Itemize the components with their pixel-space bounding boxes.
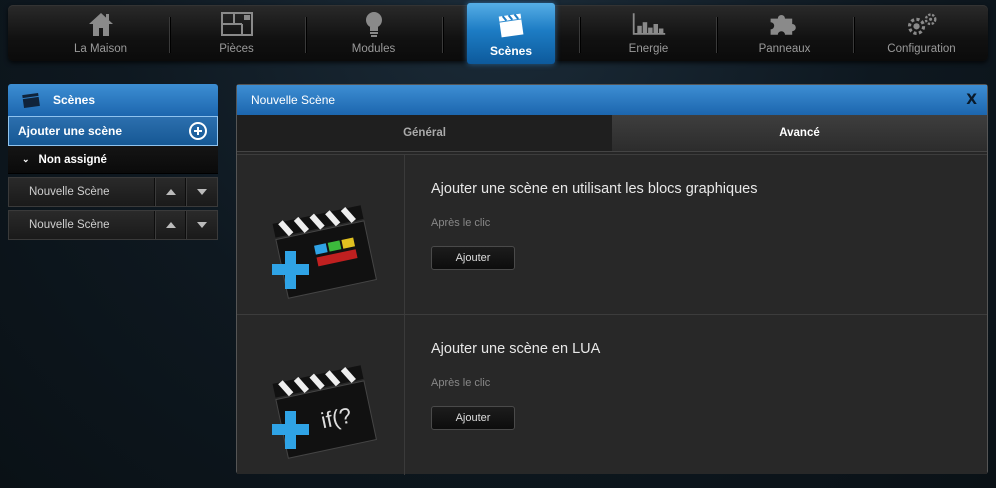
group-label: Non assigné — [38, 153, 107, 166]
nav-pieces[interactable]: Pièces — [168, 5, 305, 61]
lightbulb-icon — [356, 9, 392, 39]
option-title: Ajouter une scène en LUA — [431, 341, 601, 357]
sidebar-title: Scènes — [53, 93, 96, 107]
add-scene-button[interactable]: Ajouter une scène — [8, 116, 218, 146]
nav-la-maison[interactable]: La Maison — [32, 5, 169, 61]
sidebar-header: Scènes — [8, 84, 218, 116]
gears-icon — [904, 9, 940, 39]
floorplan-icon — [219, 9, 255, 39]
arrow-up-icon — [166, 222, 176, 228]
nav-panneaux[interactable]: Panneaux — [716, 5, 853, 61]
scenes-sidebar: Scènes Ajouter une scène ⌄ Non assigné N… — [8, 84, 218, 240]
clapperboard-icon — [22, 92, 40, 109]
add-graphic-scene-button[interactable]: Ajouter — [431, 246, 515, 270]
option-subtitle: Après le clic — [431, 377, 491, 389]
move-down-button[interactable] — [186, 178, 217, 206]
group-non-assigne[interactable]: ⌄ Non assigné — [8, 146, 218, 174]
plus-circle-icon[interactable] — [189, 122, 207, 140]
close-button[interactable]: X — [966, 92, 977, 108]
house-icon — [83, 9, 119, 39]
new-scene-dialog: Nouvelle Scène X Général Avancé Ajouter … — [236, 84, 988, 475]
move-up-button[interactable] — [155, 178, 186, 206]
nav-scenes[interactable]: Scènes — [467, 3, 555, 64]
bar-chart-icon — [631, 9, 667, 39]
dialog-title: Nouvelle Scène — [251, 93, 336, 107]
nav-configuration[interactable]: Configuration — [853, 5, 990, 61]
arrow-up-icon — [166, 189, 176, 195]
scene-list-item[interactable]: Nouvelle Scène — [8, 210, 218, 240]
nav-label: Modules — [351, 43, 396, 55]
dialog-tabs: Général Avancé — [237, 115, 987, 152]
add-scene-label: Ajouter une scène — [18, 124, 123, 138]
arrow-down-icon — [197, 222, 207, 228]
nav-label: Energie — [628, 43, 669, 55]
arrow-down-icon — [197, 189, 207, 195]
nav-label: Pièces — [219, 43, 254, 55]
dialog-header: Nouvelle Scène X — [237, 85, 987, 115]
scene-list-item[interactable]: Nouvelle Scène — [8, 177, 218, 207]
nav-label: Configuration — [887, 43, 956, 55]
graphic-blocks-scene-icon — [237, 155, 405, 315]
nav-label: Scènes — [489, 44, 533, 58]
option-title: Ajouter une scène en utilisant les blocs… — [431, 181, 758, 197]
add-lua-scene-button[interactable]: Ajouter — [431, 406, 515, 430]
option-subtitle: Après le clic — [431, 217, 491, 229]
nav-energie[interactable]: Energie — [580, 5, 717, 61]
move-up-button[interactable] — [155, 211, 186, 239]
top-navigation: La Maison Pièces Modules Scènes Energie … — [8, 3, 990, 64]
tab-general[interactable]: Général — [237, 115, 612, 151]
clapperboard-icon — [493, 10, 529, 40]
puzzle-icon — [767, 9, 803, 39]
option-graphic-blocks: Ajouter une scène en utilisant les blocs… — [237, 154, 987, 315]
move-down-button[interactable] — [186, 211, 217, 239]
nav-label: Panneaux — [758, 43, 811, 55]
option-lua: if(? Ajouter une scène en LUA Après le c… — [237, 314, 987, 475]
chevron-down-icon: ⌄ — [22, 154, 30, 164]
lua-scene-icon: if(? — [237, 315, 405, 475]
nav-modules[interactable]: Modules — [305, 5, 442, 61]
scene-label: Nouvelle Scène — [29, 186, 110, 198]
tab-avance[interactable]: Avancé — [612, 115, 987, 151]
nav-label: La Maison — [73, 43, 128, 55]
scene-label: Nouvelle Scène — [29, 219, 110, 231]
